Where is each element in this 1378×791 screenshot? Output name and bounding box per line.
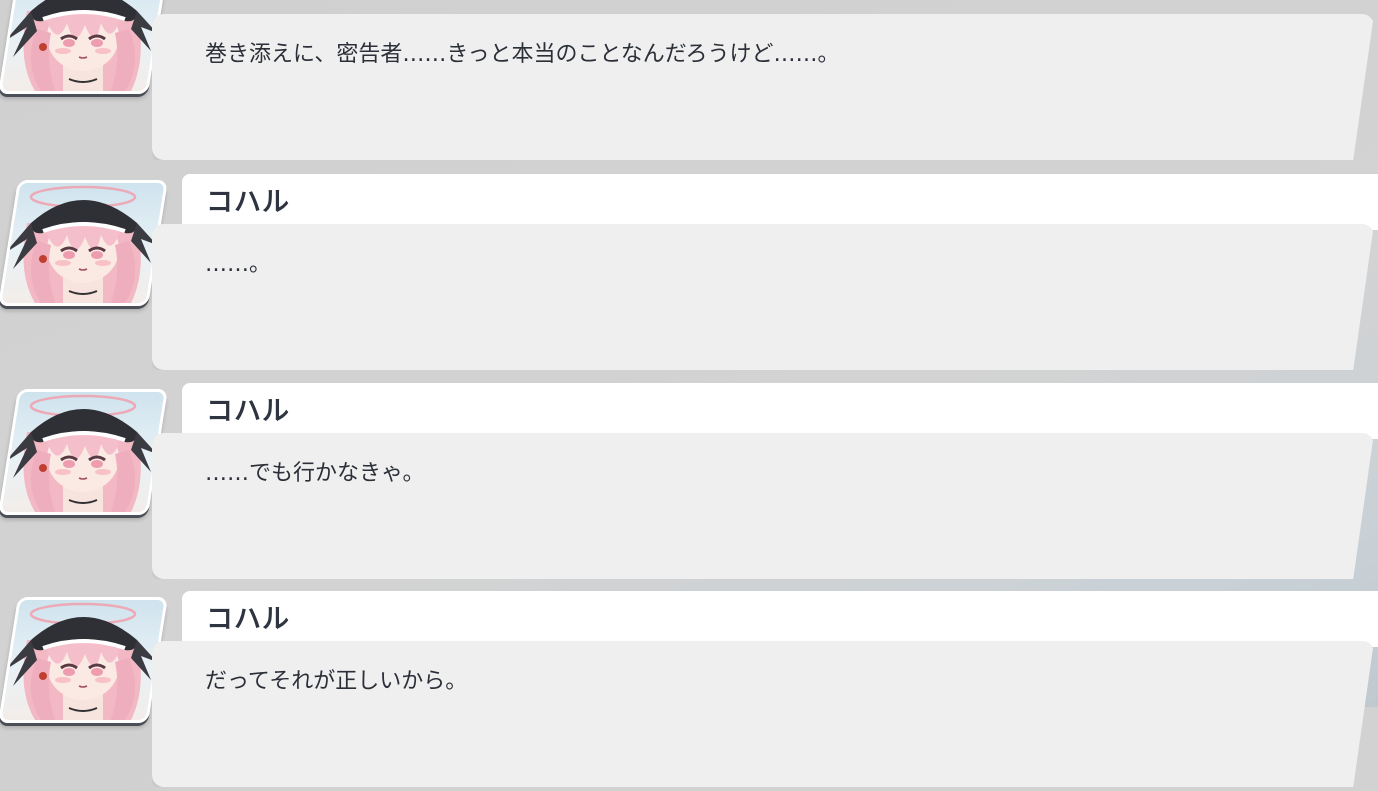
bubble-pointer [154,28,176,60]
dialogue-text: ……でも行かなきゃ。 [205,461,425,486]
log-entry: 巻き添えに、密告者……きっと本当のことなんだろうけど……。 [0,0,1378,164]
log-entry: コハル だってそれが正しいから。 [0,591,1378,791]
bubble-pointer [154,447,176,479]
dialogue-text: 巻き添えに、密告者……きっと本当のことなんだろうけど……。 [205,42,840,67]
log-entry: コハル ……。 [0,174,1378,374]
dialogue-text: だってそれが正しいから。 [205,669,468,694]
dialogue-bubble [152,224,1374,370]
koharu-portrait-icon [0,180,168,306]
bubble-pointer [154,655,176,687]
koharu-portrait-icon [0,0,168,94]
speaker-name-bar [182,174,1378,230]
speaker-name: コハル [206,187,290,218]
dialogue-log[interactable]: 巻き添えに、密告者……きっと本当のことなんだろうけど……。 コハル ……。 コハ… [0,0,1378,787]
log-entry: コハル ……でも行かなきゃ。 [0,383,1378,583]
speaker-name-bar [182,591,1378,647]
speaker-name-bar [182,383,1378,439]
koharu-portrait-icon [0,389,168,515]
speaker-name: コハル [206,396,290,427]
dialogue-text: ……。 [205,252,272,277]
koharu-portrait-icon [0,597,168,723]
bubble-pointer [154,238,176,270]
speaker-name: コハル [206,604,290,635]
